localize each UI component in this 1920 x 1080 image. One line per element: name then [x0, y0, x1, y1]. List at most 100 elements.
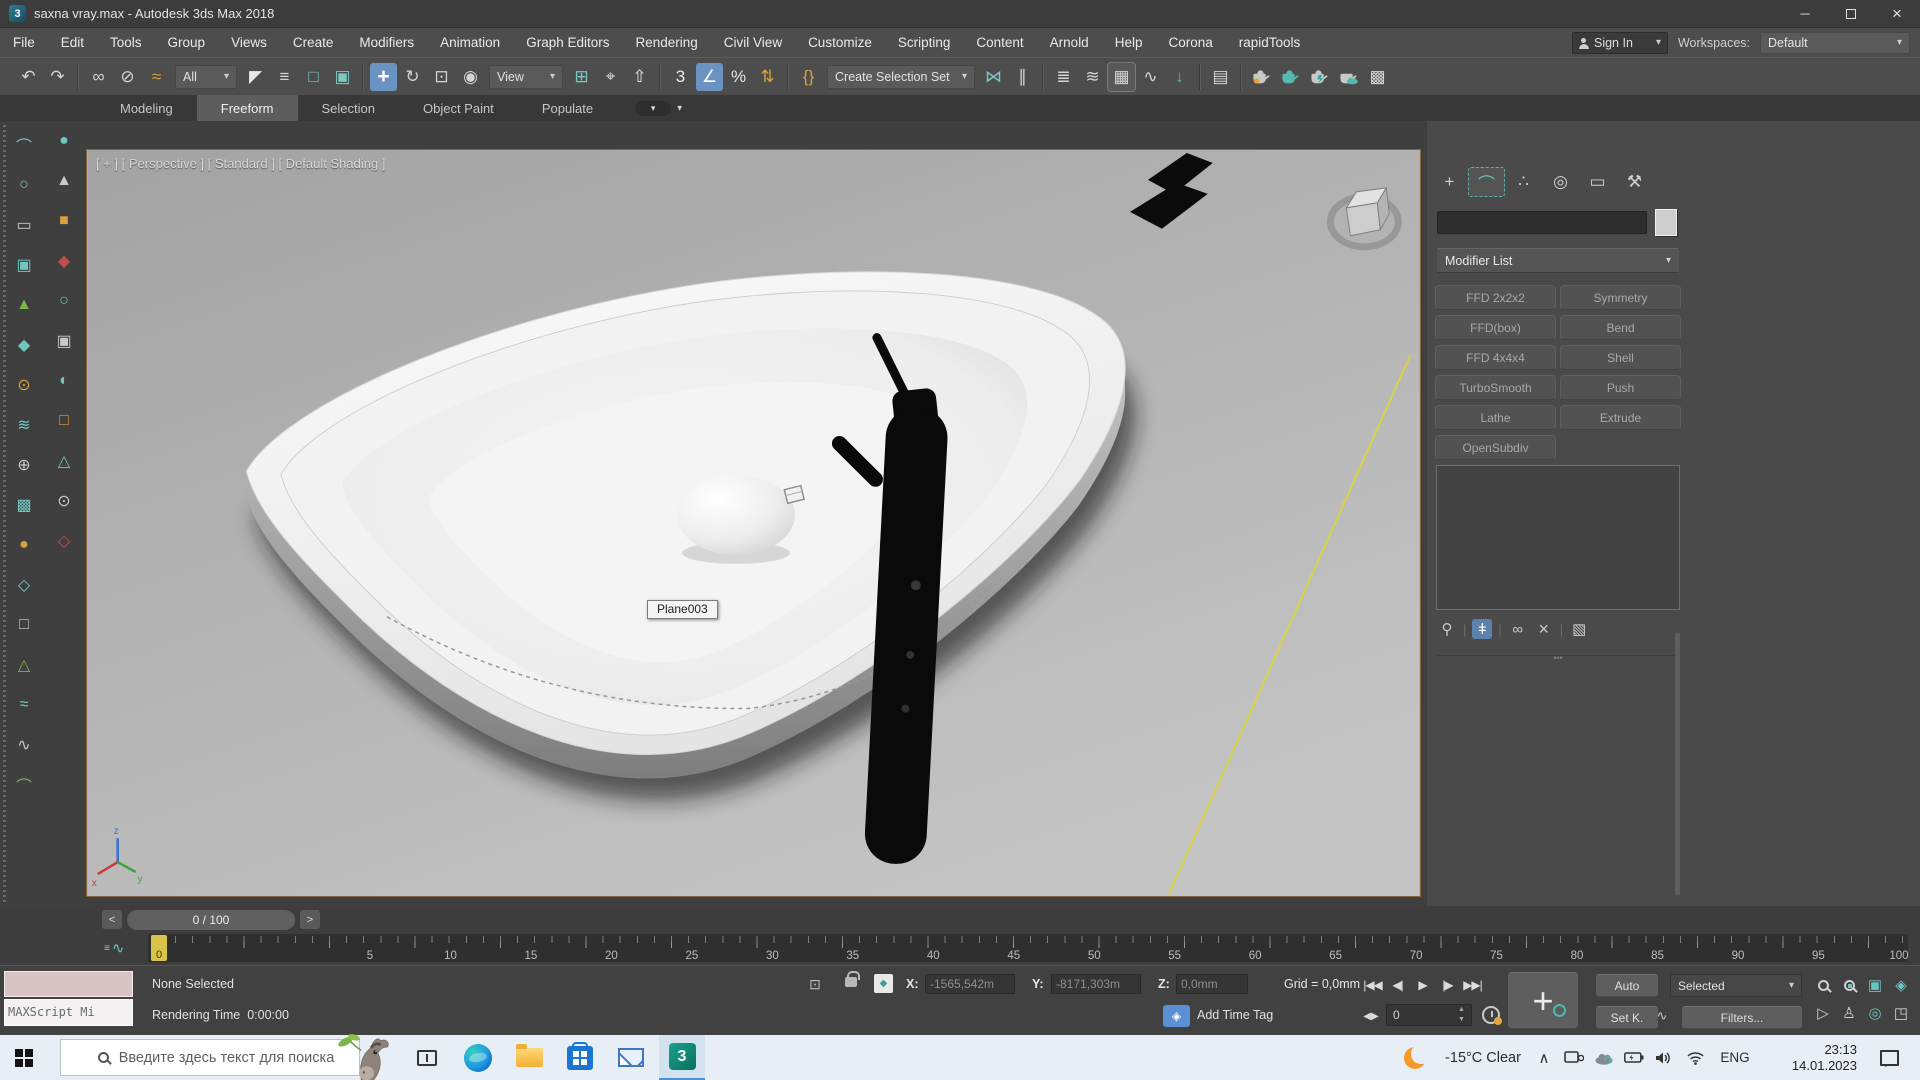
menu-views[interactable]: Views [218, 28, 280, 58]
asset-library-icon[interactable]: ▩ [1364, 63, 1391, 91]
set-keys-button[interactable]: + [1508, 972, 1578, 1029]
select-and-link-icon[interactable]: ∞ [85, 63, 112, 91]
previous-frame-button[interactable]: ◀| [1385, 973, 1410, 996]
left-toolbar-icon[interactable]: ▣ [50, 321, 78, 361]
modifier-ffd-4x4x4[interactable]: FFD 4x4x4 [1435, 345, 1556, 370]
orbit-icon[interactable]: ◎ [1862, 999, 1888, 1027]
left-toolbar-icon[interactable]: △ [10, 645, 38, 685]
configure-modifier-sets-icon[interactable]: ▧ [1569, 619, 1589, 639]
panel-scrollbar[interactable] [1675, 633, 1680, 895]
menu-help[interactable]: Help [1102, 28, 1156, 58]
modifier-list-dropdown[interactable]: Modifier List ▾ [1437, 248, 1679, 273]
left-toolbar-icon[interactable]: ▣ [10, 245, 38, 285]
language-indicator[interactable]: ENG [1712, 1035, 1758, 1080]
tray-expand-icon[interactable]: ∧ [1532, 1035, 1556, 1080]
redo-icon[interactable]: ↷ [44, 63, 71, 91]
tab-motion[interactable]: ◎ [1542, 167, 1579, 197]
rotate-icon[interactable]: ↻ [399, 63, 426, 91]
select-object-icon[interactable]: ◤ [242, 63, 269, 91]
make-unique-icon[interactable]: ∞ [1508, 619, 1528, 639]
maxscript-mini-listener-pink[interactable] [4, 971, 133, 997]
curve-editor-icon[interactable]: ▦ [1107, 61, 1136, 92]
wifi-icon[interactable] [1680, 1035, 1710, 1080]
file-explorer-taskbar-button[interactable] [506, 1035, 552, 1080]
close-button[interactable]: × [1874, 0, 1920, 27]
left-toolbar-icon[interactable]: ■ [50, 201, 78, 241]
activeshade-icon[interactable] [1306, 63, 1333, 91]
render-in-cloud-icon[interactable] [1335, 63, 1362, 91]
timeline-ruler[interactable]: 5 10 15 20 25 30 35 40 45 50 55 60 65 70 75 80 85 90 95 100… [148, 934, 1909, 962]
key-filters-icon[interactable]: ∿ [1652, 1006, 1672, 1026]
left-toolbar-icon[interactable]: ● [10, 525, 38, 565]
object-color-swatch[interactable] [1655, 209, 1677, 236]
zoom-extents-all-icon[interactable]: ◈ [1888, 971, 1914, 999]
menu-rapidtools[interactable]: rapidTools [1226, 28, 1314, 58]
maximize-button[interactable] [1828, 0, 1874, 27]
menu-scripting[interactable]: Scripting [885, 28, 964, 58]
maximize-viewport-icon[interactable]: ◳ [1888, 999, 1914, 1027]
weather-icon[interactable] [1396, 1035, 1434, 1080]
pin-stack-icon[interactable]: ⚲ [1437, 619, 1457, 639]
absolute-mode-icon[interactable]: ◆ [874, 974, 893, 993]
plane003-gizmo[interactable] [783, 484, 806, 505]
left-toolbar-icon[interactable]: □ [50, 401, 78, 441]
left-toolbar-icon[interactable]: ≋ [10, 405, 38, 445]
object-name-field[interactable] [1437, 211, 1647, 234]
remove-modifier-icon[interactable]: × [1534, 619, 1554, 639]
maxscript-mini-listener[interactable]: MAXScript Mi [4, 999, 133, 1026]
frame-spinner[interactable]: ▲ ▼ [1458, 1005, 1465, 1025]
timeline-slider[interactable]: 0 [151, 935, 167, 961]
modifier-extrude[interactable]: Extrude [1560, 405, 1681, 430]
menu-customize[interactable]: Customize [795, 28, 885, 58]
store-taskbar-button[interactable] [557, 1035, 603, 1080]
selection-filter-dropdown[interactable]: All ▾ [175, 64, 237, 89]
tab-selection[interactable]: Selection [298, 95, 399, 121]
menu-graph-editors[interactable]: Graph Editors [513, 28, 622, 58]
modifier-bend[interactable]: Bend [1560, 315, 1681, 340]
menu-corona[interactable]: Corona [1155, 28, 1225, 58]
viewport-label[interactable]: [ + ] [ Perspective ] [ Standard ] [ Def… [96, 156, 385, 171]
left-toolbar-icon[interactable]: ≈ [10, 685, 38, 725]
go-to-end-button[interactable]: ▶▶| [1460, 973, 1485, 996]
add-time-tag-icon[interactable]: ◈ [1163, 1005, 1190, 1027]
tab-display[interactable]: ▭ [1579, 167, 1616, 197]
left-toolbar-icon[interactable]: ● [50, 121, 78, 161]
modifier-opensubdiv[interactable]: OpenSubdiv [1435, 435, 1556, 460]
rollout-grip[interactable]: ••• [1437, 654, 1679, 663]
menu-tools[interactable]: Tools [97, 28, 155, 58]
modifier-lathe[interactable]: Lathe [1435, 405, 1556, 430]
select-by-name-icon[interactable]: ≡ [271, 63, 298, 91]
rectangular-selection-region-icon[interactable]: □ [300, 63, 327, 91]
play-button[interactable]: ▶ [1410, 973, 1435, 996]
start-button[interactable] [0, 1035, 48, 1080]
time-slider[interactable]: 0 / 100 [127, 909, 295, 930]
snaps-toggle-icon[interactable]: 3 [667, 63, 694, 91]
field-of-view-icon[interactable]: ▷ [1810, 999, 1836, 1027]
named-selection-sets-icon[interactable]: {} [795, 63, 822, 91]
unlink-selection-icon[interactable]: ⊘ [114, 63, 141, 91]
action-center-button[interactable] [1872, 1035, 1906, 1080]
select-and-move-icon[interactable]: + [370, 62, 397, 91]
battery-icon[interactable] [1620, 1035, 1648, 1080]
workspace-dropdown[interactable]: Default ▾ [1760, 31, 1910, 54]
window-crossing-icon[interactable]: ▣ [329, 63, 356, 91]
z-coordinate-field[interactable]: 0,0mm [1176, 974, 1248, 994]
left-toolbar-icon[interactable]: △ [50, 441, 78, 481]
tab-modeling[interactable]: Modeling [96, 95, 197, 121]
modifier-ffd-2x2x2[interactable]: FFD 2x2x2 [1435, 285, 1556, 310]
zoom-icon[interactable] [1810, 971, 1836, 999]
menu-civil-view[interactable]: Civil View [711, 28, 795, 58]
left-toolbar-icon[interactable]: □ [10, 605, 38, 645]
left-toolbar-icon[interactable]: ○ [10, 165, 38, 205]
left-toolbar-icon[interactable]: ⊕ [10, 445, 38, 485]
previous-frame-button[interactable]: < [102, 910, 122, 929]
x-coordinate-field[interactable]: -1565,542m [925, 974, 1015, 994]
modifier-shell[interactable]: Shell [1560, 345, 1681, 370]
left-toolbar-icon[interactable]: ⌒ [10, 125, 38, 165]
select-and-place-icon[interactable]: ◉ [457, 63, 484, 91]
weather-status[interactable]: -15°C Clear [1438, 1035, 1528, 1080]
modifier-stack[interactable] [1436, 465, 1680, 610]
time-configuration-icon[interactable] [1482, 1006, 1502, 1025]
menu-edit[interactable]: Edit [48, 28, 97, 58]
edge-taskbar-button[interactable] [455, 1035, 501, 1080]
